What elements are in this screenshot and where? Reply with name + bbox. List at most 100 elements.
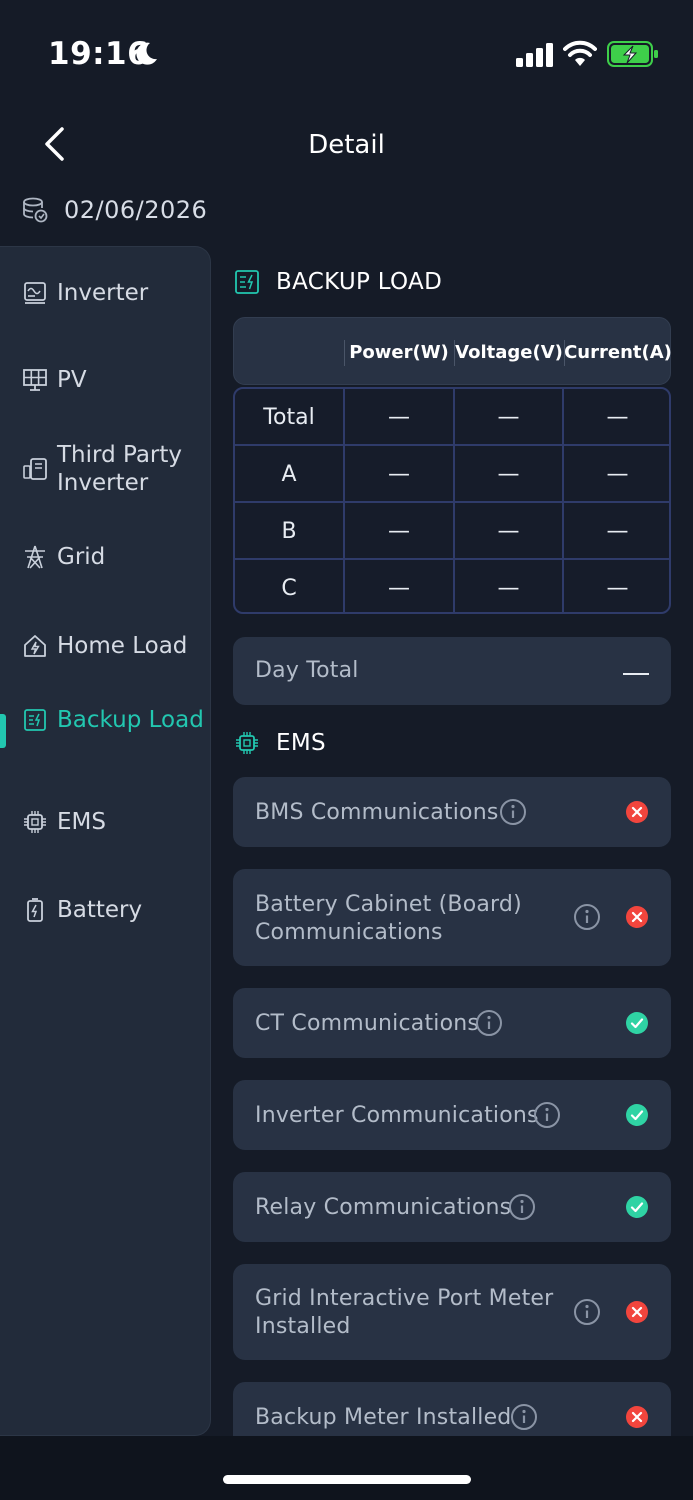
backup-load-table: Total — — — A — — — B — — — C — — — [233, 387, 671, 614]
ems-item-ct-communications: CT Communications [233, 988, 671, 1058]
table-row: B — — — [235, 503, 669, 560]
sidebar-item-label: EMS [57, 809, 106, 835]
ems-chip-icon [236, 732, 258, 754]
grid-tower-icon [25, 545, 45, 569]
info-icon[interactable] [510, 1403, 538, 1431]
ems-item-label: Relay Communications [255, 1195, 512, 1220]
error-status-icon [626, 1301, 648, 1323]
bottom-bar [0, 1436, 693, 1500]
ems-item-label: BMS Communications [255, 800, 499, 825]
table-header: Power(W) Voltage(V) Current(A) [233, 317, 672, 385]
sidebar-item-label: Third Party Inverter [57, 442, 182, 496]
header-divider [564, 340, 565, 366]
table-row: A — — — [235, 446, 669, 503]
day-total-label: Day Total [255, 658, 359, 683]
sidebar-item-ems[interactable]: EMS [22, 808, 207, 836]
date-selector[interactable]: 02/06/2026 [22, 196, 207, 224]
error-status-icon [626, 801, 648, 823]
column-header-power: Power(W) [349, 341, 449, 363]
row-name: Total [263, 405, 315, 430]
current-value: — [606, 405, 629, 430]
power-value: — [388, 405, 410, 430]
row-name: B [281, 519, 297, 544]
column-header-voltage: Voltage(V) [455, 341, 563, 363]
ems-item-relay-communications: Relay Communications [233, 1172, 671, 1242]
sidebar-item-third-party-inverter[interactable]: Third Party Inverter [22, 441, 207, 497]
sidebar-item-label: Home Load [57, 633, 188, 659]
voltage-value: — [497, 405, 520, 430]
sidebar [0, 246, 211, 1436]
page-title: Detail [308, 130, 385, 160]
info-icon[interactable] [475, 1009, 503, 1037]
sidebar-item-label: Grid [57, 544, 106, 570]
error-status-icon [626, 1406, 648, 1428]
battery-charging-icon [607, 41, 658, 67]
inverter-icon [24, 282, 46, 304]
sidebar-item-label: PV [57, 367, 87, 393]
voltage-value: — [497, 462, 520, 487]
current-value: — [606, 576, 629, 601]
ems-item-label: Inverter Communications [255, 1103, 539, 1128]
info-icon[interactable] [499, 798, 527, 826]
ems-chip-icon [24, 811, 46, 833]
sidebar-item-label: Backup Load [57, 707, 204, 733]
info-icon[interactable] [508, 1193, 536, 1221]
ems-item-inverter-communications: Inverter Communications [233, 1080, 671, 1150]
power-value: — [388, 462, 410, 487]
voltage-value: — [497, 576, 520, 601]
sidebar-item-backup-load[interactable]: Backup Load [22, 706, 207, 734]
sidebar-item-battery[interactable]: Battery [22, 896, 207, 924]
voltage-value: — [497, 519, 520, 544]
ems-item-grid-meter-installed: Grid Interactive Port Meter Installed [233, 1264, 671, 1360]
day-total-value [623, 673, 649, 675]
info-icon[interactable] [573, 1298, 601, 1326]
home-indicator[interactable] [223, 1475, 471, 1484]
moon-icon [136, 42, 157, 65]
sidebar-item-label: Battery [57, 897, 143, 923]
day-total-card: Day Total [233, 637, 671, 705]
ems-item-label: Battery Cabinet (Board) Communications [255, 892, 522, 945]
backup-load-icon [235, 270, 259, 294]
header-divider [454, 340, 455, 366]
status-bar: 19:16 [0, 0, 693, 100]
home-load-icon [24, 635, 46, 657]
wifi-icon [563, 40, 597, 66]
current-value: — [606, 462, 629, 487]
sidebar-item-home-load[interactable]: Home Load [22, 632, 207, 660]
date-text: 02/06/2026 [64, 196, 208, 224]
table-row: C — — — [235, 560, 669, 612]
ems-item-label: CT Communications [255, 1011, 480, 1036]
ok-status-icon [626, 1196, 648, 1218]
solar-panel-icon [23, 369, 47, 391]
error-status-icon [626, 906, 648, 928]
sidebar-item-label: Inverter [57, 280, 149, 306]
info-icon[interactable] [533, 1101, 561, 1129]
sidebar-item-inverter[interactable]: Inverter [22, 279, 207, 307]
ems-item-label: Grid Interactive Port Meter Installed [255, 1286, 554, 1339]
database-clock-icon [23, 197, 48, 223]
row-name: A [281, 462, 297, 487]
ok-status-icon [626, 1104, 648, 1126]
section-title: BACKUP LOAD [276, 269, 443, 295]
backup-load-icon [24, 709, 46, 731]
ems-header: EMS [234, 730, 326, 756]
header-divider [344, 340, 345, 366]
table-row: Total — — — [235, 389, 669, 446]
ems-item-battery-cabinet: Battery Cabinet (Board) Communications [233, 869, 671, 966]
cellular-signal-icon [516, 43, 553, 67]
power-value: — [388, 576, 410, 601]
current-value: — [606, 519, 629, 544]
sidebar-item-pv[interactable]: PV [22, 366, 207, 394]
backup-load-header: BACKUP LOAD [234, 269, 442, 295]
row-name: C [281, 576, 297, 601]
sidebar-item-grid[interactable]: Grid [22, 543, 207, 571]
info-icon[interactable] [573, 903, 601, 931]
section-title: EMS [276, 730, 326, 756]
ems-item-label: Backup Meter Installed [255, 1405, 512, 1430]
battery-icon [27, 898, 43, 922]
column-header-current: Current(A) [564, 341, 672, 363]
third-party-inverter-icon [23, 458, 47, 480]
ok-status-icon [626, 1012, 648, 1034]
active-indicator [0, 714, 6, 748]
power-value: — [388, 519, 410, 544]
